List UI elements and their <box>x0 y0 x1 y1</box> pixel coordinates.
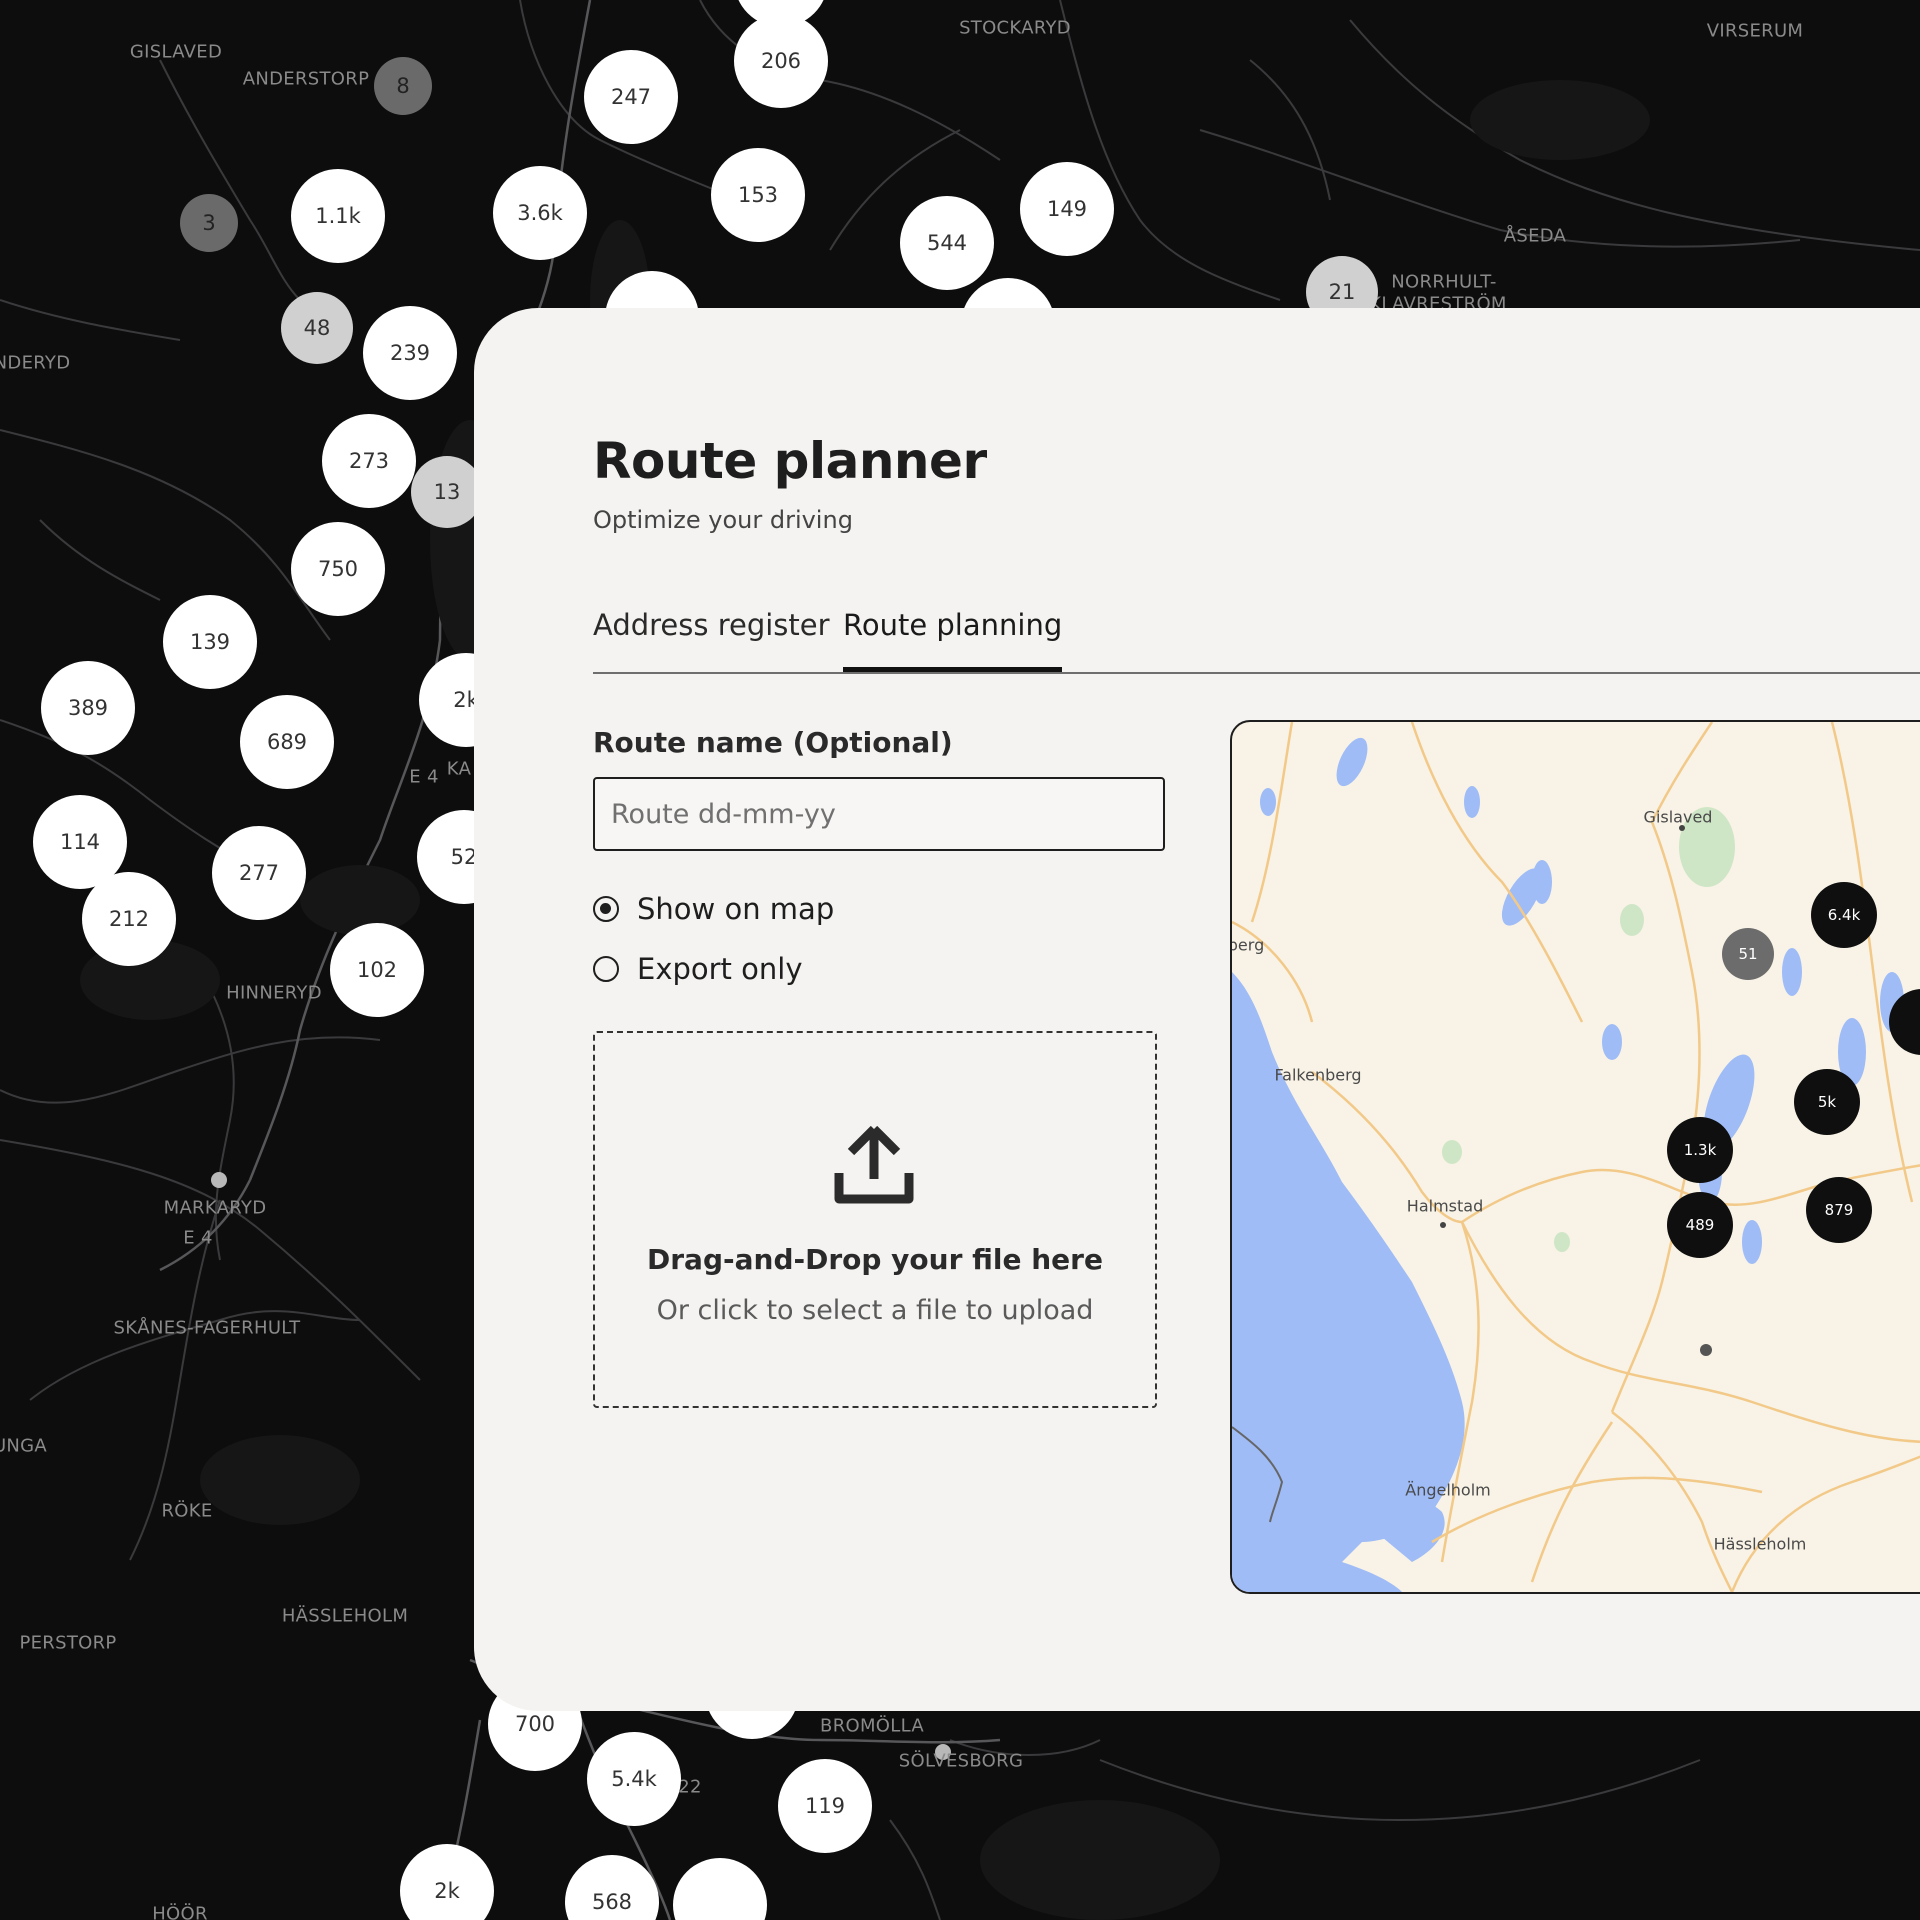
show-on-map-label: Show on map <box>637 892 835 926</box>
route-preview-map[interactable]: Gislaved berg Falkenberg Halmstad Ängelh… <box>1230 720 1920 1594</box>
page-subtitle: Optimize your driving <box>593 506 853 534</box>
tab-bar: Address register Route planning <box>593 608 1920 674</box>
map-place-label: MARKARYD <box>163 1197 267 1219</box>
map-place-label: 22 <box>678 1776 702 1798</box>
mini-map-place-label: berg <box>1230 935 1265 955</box>
map-place-label: SÖLVESBORG <box>898 1750 1024 1772</box>
map-place-label: BROMÖLLA <box>820 1715 924 1737</box>
map-cluster-marker[interactable]: 273 <box>322 414 416 508</box>
mini-map-place-label: Hässleholm <box>1713 1534 1807 1554</box>
map-cluster-marker[interactable]: 5.4k <box>587 1732 681 1826</box>
file-dropzone[interactable]: Drag-and-Drop your file here Or click to… <box>593 1031 1157 1408</box>
map-place-label: NORRHULT- <box>1391 271 1497 293</box>
mini-map-geography <box>1232 722 1920 1592</box>
map-cluster-marker[interactable]: 3 <box>180 194 238 252</box>
map-cluster-marker[interactable]: 544 <box>900 196 994 290</box>
map-place-label: ANDERSTORP <box>242 68 370 90</box>
map-cluster-marker[interactable]: 239 <box>363 306 457 400</box>
map-cluster-marker[interactable]: 689 <box>240 695 334 789</box>
map-cluster-marker[interactable]: 149 <box>1020 162 1114 256</box>
map-cluster-marker[interactable]: 8 <box>374 57 432 115</box>
map-cluster-marker[interactable]: 206 <box>734 14 828 108</box>
map-place-label: E 4 <box>183 1227 213 1249</box>
map-cluster-marker[interactable]: 3.6k <box>493 166 587 260</box>
mini-map-place-label: Gislaved <box>1643 807 1713 827</box>
map-place-label: UNGA <box>0 1435 48 1457</box>
mini-map-cluster-marker[interactable]: 879 <box>1806 1177 1872 1243</box>
map-cluster-marker[interactable]: 389 <box>41 661 135 755</box>
map-cluster-marker[interactable]: 277 <box>212 826 306 920</box>
map-cluster-marker[interactable]: 153 <box>711 148 805 242</box>
map-place-label: VIRSERUM <box>1706 20 1804 42</box>
map-place-label: HÄSSLEHOLM <box>281 1605 409 1627</box>
map-place-label: SKÅNES-FAGERHULT <box>113 1317 301 1339</box>
tab-address-register[interactable]: Address register <box>593 608 830 670</box>
tab-route-planning[interactable]: Route planning <box>843 608 1063 672</box>
map-place-label: RÖKE <box>161 1500 213 1522</box>
map-place-label: HINNERYD <box>226 982 322 1004</box>
map-place-label: NDERYD <box>0 352 71 374</box>
export-only-option[interactable]: Export only <box>593 952 803 986</box>
map-place-label: GISLAVED <box>129 41 223 63</box>
map-place-label: PERSTORP <box>19 1632 117 1654</box>
map-cluster-marker[interactable]: 139 <box>163 595 257 689</box>
map-place-label: ÅSEDA <box>1503 225 1567 247</box>
mini-map-place-label: Ängelholm <box>1405 1480 1491 1500</box>
dropzone-subtitle: Or click to select a file to upload <box>656 1295 1094 1326</box>
map-cluster-marker[interactable]: 13 <box>411 456 483 528</box>
map-place-label: KA <box>446 758 472 780</box>
map-cluster-marker[interactable]: 1.1k <box>291 169 385 263</box>
map-cluster-marker[interactable]: 119 <box>778 1759 872 1853</box>
radio-selected-icon[interactable] <box>593 896 619 922</box>
map-cluster-marker[interactable]: 102 <box>330 923 424 1017</box>
map-cluster-marker[interactable]: 48 <box>281 292 353 364</box>
map-cluster-marker[interactable]: 212 <box>82 872 176 966</box>
map-place-label: E 4 <box>409 766 439 788</box>
mini-map-cluster-marker[interactable]: 5k <box>1794 1069 1860 1135</box>
mini-map-place-label: Falkenberg <box>1274 1065 1362 1085</box>
mini-map-cluster-marker[interactable]: 6.4k <box>1811 882 1877 948</box>
show-on-map-option[interactable]: Show on map <box>593 892 834 926</box>
upload-icon <box>834 1125 914 1204</box>
radio-unselected-icon[interactable] <box>593 956 619 982</box>
mini-map-cluster-marker[interactable]: 1.3k <box>1667 1117 1733 1183</box>
route-name-label: Route name (Optional) <box>593 726 953 759</box>
mini-map-place-label: Halmstad <box>1406 1196 1484 1216</box>
route-name-input[interactable] <box>593 777 1165 851</box>
dropzone-title: Drag-and-Drop your file here <box>647 1243 1103 1276</box>
route-planner-panel: Route planner Optimize your driving Addr… <box>474 308 1920 1711</box>
map-cluster-marker[interactable]: 750 <box>291 522 385 616</box>
export-only-label: Export only <box>637 952 803 986</box>
page-title: Route planner <box>593 432 987 490</box>
mini-map-cluster-marker[interactable]: 51 <box>1722 928 1774 980</box>
map-place-label: HÖÖR <box>152 1903 208 1920</box>
map-place-label: STOCKARYD <box>959 17 1071 39</box>
mini-map-cluster-marker[interactable]: 489 <box>1667 1192 1733 1258</box>
map-cluster-marker[interactable]: 247 <box>584 50 678 144</box>
